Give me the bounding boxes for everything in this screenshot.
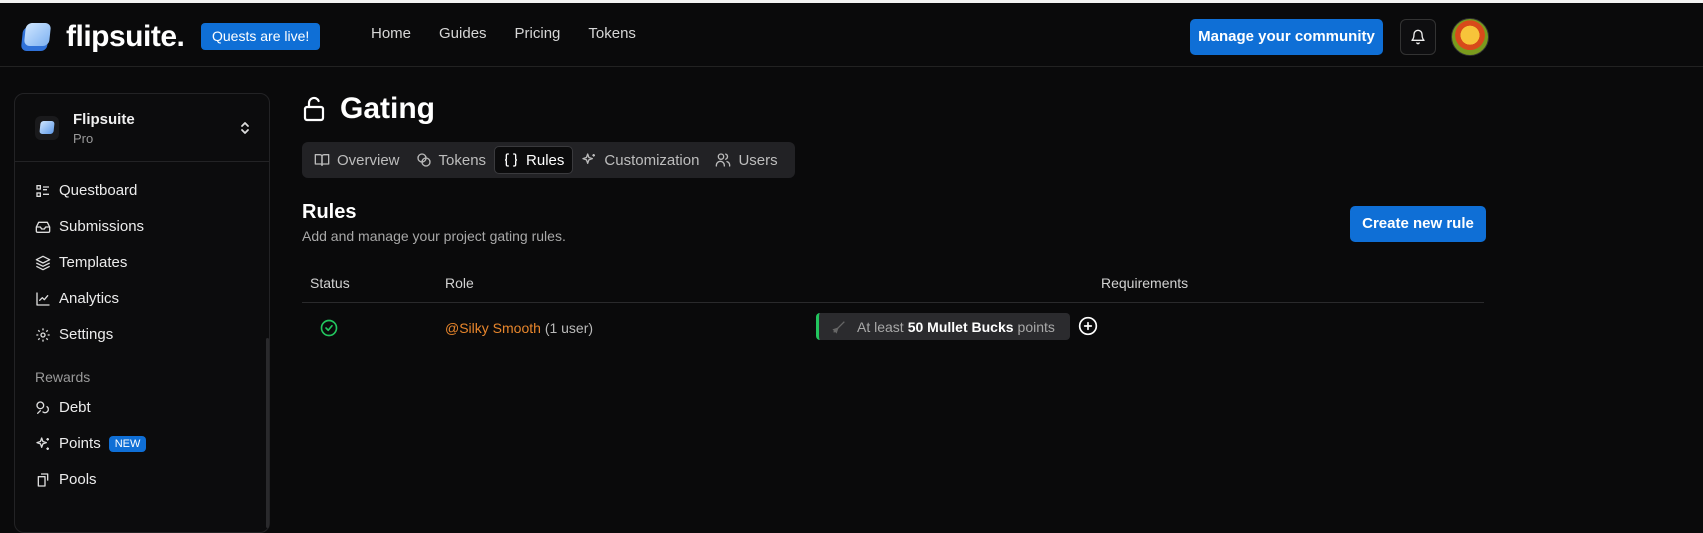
token-icon — [832, 320, 845, 334]
sidebar-item-label: Questboard — [59, 182, 138, 199]
bell-icon — [1411, 29, 1425, 45]
user-avatar[interactable] — [1451, 18, 1489, 56]
sidebar-item-submissions[interactable]: Submissions — [35, 218, 144, 235]
sidebar-item-label: Analytics — [59, 290, 120, 307]
new-badge: NEW — [108, 435, 147, 452]
role-cell: @Silky Smooth (1 user) — [445, 320, 593, 336]
sidebar-item-label: Debt — [59, 399, 91, 416]
create-new-rule-button[interactable]: Create new rule — [1350, 206, 1486, 242]
pool-icon — [37, 472, 49, 487]
tab-label: Users — [738, 151, 778, 169]
nav-pricing[interactable]: Pricing — [515, 25, 561, 42]
add-requirement-icon[interactable] — [1078, 316, 1098, 336]
page-header: Gating — [302, 92, 435, 126]
logo-mark-icon — [20, 23, 52, 51]
rules-section-subtitle: Add and manage your project gating rules… — [302, 228, 566, 244]
tab-customization[interactable]: Customization — [573, 146, 707, 174]
top-navbar: flipsuite. Quests are live! Home Guides … — [0, 3, 1703, 67]
sidebar-item-templates[interactable]: Templates — [35, 254, 127, 271]
sparkles-icon — [36, 436, 49, 450]
role-user-count: (1 user) — [544, 320, 594, 336]
gating-tabs: Overview Tokens Rules Customization User… — [302, 142, 795, 178]
org-switcher[interactable]: Flipsuite Pro — [15, 94, 269, 162]
tab-users[interactable]: Users — [707, 146, 785, 174]
users-icon — [716, 153, 731, 167]
quests-live-badge[interactable]: Quests are live! — [201, 23, 321, 50]
inbox-icon — [35, 221, 51, 233]
rules-section-title: Rules — [302, 201, 357, 223]
sidebar-item-debt[interactable]: Debt — [35, 399, 91, 416]
page-title: Gating — [340, 92, 435, 125]
role-name[interactable]: @Silky Smooth — [445, 320, 541, 336]
manage-community-button[interactable]: Manage your community — [1190, 19, 1383, 55]
nav-home[interactable]: Home — [371, 25, 411, 42]
sidebar-item-label: Points — [59, 435, 101, 452]
logo[interactable]: flipsuite. — [20, 20, 185, 54]
sidebar-item-label: Submissions — [59, 218, 145, 235]
sparkles-icon — [582, 153, 596, 164]
org-logo-icon — [35, 116, 59, 140]
sidebar-item-pools[interactable]: Pools — [35, 471, 97, 488]
sidebar-item-label: Settings — [59, 326, 114, 343]
list-icon — [36, 184, 49, 197]
tab-label: Overview — [337, 151, 400, 169]
sidebar-item-settings[interactable]: Settings — [35, 326, 113, 343]
sidebar-scrollbar[interactable] — [266, 338, 269, 528]
rewards-section-label: Rewards — [35, 369, 91, 385]
nav-guides[interactable]: Guides — [439, 25, 487, 42]
table-header: Status Role Requirements — [302, 270, 1484, 303]
gear-icon — [36, 327, 50, 342]
column-header-requirements: Requirements — [1101, 275, 1189, 291]
tab-label: Tokens — [438, 151, 487, 169]
org-name: Flipsuite — [73, 111, 135, 128]
column-header-role: Role — [445, 275, 474, 291]
column-header-status: Status — [310, 275, 350, 291]
tab-rules[interactable]: Rules — [494, 146, 574, 174]
coins-icon — [36, 400, 49, 414]
logo-text: flipsuite. — [66, 20, 185, 53]
layers-icon — [35, 255, 51, 270]
sidebar-item-analytics[interactable]: Analytics — [35, 290, 119, 307]
main-nav: Home Guides Pricing Tokens — [371, 25, 664, 42]
tab-label: Rules — [526, 151, 565, 169]
coins-icon — [416, 153, 431, 167]
sidebar-item-points[interactable]: Points NEW — [35, 435, 147, 452]
book-open-icon — [314, 154, 330, 166]
requirement-chip[interactable]: At least 50 Mullet Bucks points — [816, 313, 1070, 340]
sidebar-item-label: Templates — [59, 254, 128, 271]
sidebar-item-label: Pools — [59, 471, 97, 488]
org-plan: Pro — [73, 131, 94, 146]
braces-icon — [504, 153, 518, 167]
requirement-value: 50 Mullet Bucks — [907, 318, 1014, 335]
tab-tokens[interactable]: Tokens — [408, 146, 495, 174]
tab-label: Customization — [604, 151, 700, 169]
nav-tokens[interactable]: Tokens — [588, 25, 636, 42]
requirement-prefix: At least — [857, 318, 904, 335]
tab-overview[interactable]: Overview — [306, 146, 408, 174]
check-circle-icon — [320, 319, 338, 337]
table-row[interactable]: @Silky Smooth (1 user) At least 50 Mulle… — [302, 303, 1484, 347]
unlock-icon — [303, 96, 325, 122]
requirement-suffix: points — [1017, 318, 1055, 335]
rules-table: Status Role Requirements @Silky Smooth (… — [302, 270, 1484, 347]
sidebar-item-questboard[interactable]: Questboard — [35, 182, 137, 199]
notifications-button[interactable] — [1400, 19, 1436, 55]
chart-icon — [36, 291, 50, 306]
sidebar: Flipsuite Pro Questboard Submissions Tem… — [14, 93, 270, 533]
chevrons-up-down-icon — [241, 122, 249, 134]
